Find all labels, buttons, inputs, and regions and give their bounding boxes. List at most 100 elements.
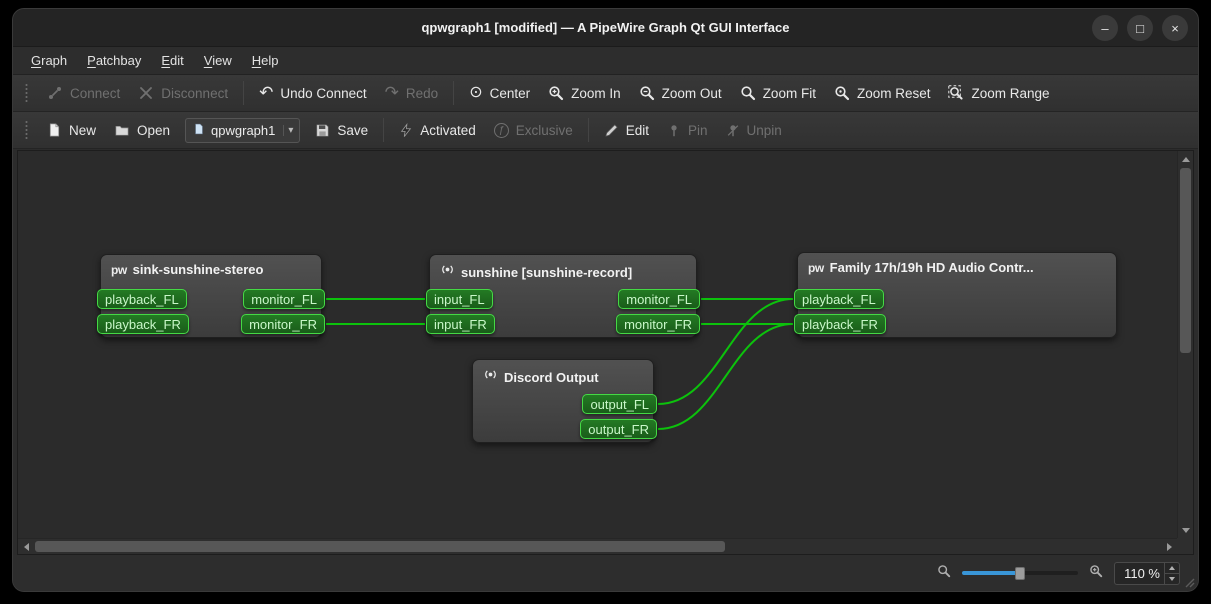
zoom-out-button[interactable]: Zoom Out <box>630 80 731 106</box>
zoom-in-icon <box>1089 564 1103 583</box>
port-sink-monitor-fl[interactable]: monitor_FL <box>243 289 325 309</box>
zoom-range-button[interactable]: Zoom Range <box>939 80 1058 106</box>
scroll-up-arrow[interactable] <box>1178 151 1194 167</box>
horizontal-scrollbar-thumb[interactable] <box>35 541 725 552</box>
toolbar-separator <box>588 118 589 142</box>
redo-button[interactable]: ↷ Redo <box>376 81 448 106</box>
edit-pencil-icon <box>604 123 619 138</box>
node-header: pw sink-sunshine-stereo <box>101 255 321 281</box>
exclusive-icon: ƒ <box>494 123 509 138</box>
port-discord-output-fr[interactable]: output_FR <box>580 419 657 439</box>
zoom-value[interactable]: 110 % <box>1115 563 1164 584</box>
node-family-hd-audio[interactable]: pw Family 17h/19h HD Audio Contr... play… <box>797 252 1117 338</box>
spin-down-button[interactable] <box>1165 573 1179 584</box>
patchbay-combo[interactable]: qpwgraph1 ▾ <box>185 118 300 143</box>
disconnect-button[interactable]: Disconnect <box>129 80 237 106</box>
connection-discord-output-fr-to-family-playback-fr[interactable] <box>658 324 793 429</box>
pin-button[interactable]: Pin <box>658 118 717 143</box>
zoom-in-button[interactable]: Zoom In <box>539 80 630 106</box>
center-button[interactable]: ⊙ Center <box>460 81 539 106</box>
node-title: sink-sunshine-stereo <box>133 262 264 277</box>
edit-button[interactable]: Edit <box>595 118 658 143</box>
node-sink-sunshine-stereo[interactable]: pw sink-sunshine-stereo playback_FL play… <box>100 254 322 338</box>
window-title: qpwgraph1 [modified] — A PipeWire Graph … <box>421 20 789 35</box>
toolbar-separator <box>453 81 454 105</box>
port-sunshine-monitor-fl[interactable]: monitor_FL <box>618 289 700 309</box>
connect-button[interactable]: Connect <box>38 80 129 106</box>
spin-up-button[interactable] <box>1165 563 1179 573</box>
scroll-right-arrow[interactable] <box>1161 539 1177 555</box>
new-button[interactable]: New <box>38 117 105 143</box>
menu-edit[interactable]: Edit <box>151 47 193 74</box>
undo-connect-button[interactable]: ↶ Undo Connect <box>250 81 376 106</box>
exclusive-button[interactable]: ƒ Exclusive <box>485 118 582 143</box>
minimize-icon: – <box>1101 22 1108 35</box>
zoom-slider-handle[interactable] <box>1015 567 1025 580</box>
node-header: sunshine [sunshine-record] <box>430 255 696 286</box>
menu-graph[interactable]: Graph <box>21 47 77 74</box>
close-button[interactable]: × <box>1162 15 1188 41</box>
toolbar-main: Connect Disconnect ↶ Undo Connect ↷ Redo… <box>13 75 1198 112</box>
vertical-scrollbar-thumb[interactable] <box>1180 168 1191 353</box>
record-icon <box>483 367 498 387</box>
toolbar-handle[interactable] <box>24 120 29 140</box>
window-controls: – □ × <box>1092 15 1188 41</box>
maximize-button[interactable]: □ <box>1127 15 1153 41</box>
port-discord-output-fl[interactable]: output_FL <box>582 394 657 414</box>
port-sink-monitor-fr[interactable]: monitor_FR <box>241 314 325 334</box>
statusbar: 110 % <box>13 555 1198 591</box>
center-icon: ⊙ <box>469 86 482 100</box>
scroll-down-arrow[interactable] <box>1178 522 1194 538</box>
port-sunshine-monitor-fr[interactable]: monitor_FR <box>616 314 700 334</box>
zoom-slider[interactable] <box>962 565 1078 581</box>
zoom-slider-fill <box>962 571 1018 575</box>
scrollbar-corner <box>1177 538 1193 554</box>
activated-button[interactable]: Activated <box>390 118 485 143</box>
pin-icon <box>667 123 681 138</box>
port-sink-playback-fl[interactable]: playback_FL <box>97 289 187 309</box>
port-family-playback-fl[interactable]: playback_FL <box>794 289 884 309</box>
zoom-fit-button[interactable]: Zoom Fit <box>731 80 825 106</box>
zoom-out-icon <box>937 564 951 583</box>
save-button[interactable]: Save <box>306 118 377 143</box>
unpin-button[interactable]: Unpin <box>717 118 791 143</box>
toolbar-separator <box>383 118 384 142</box>
node-title: Family 17h/19h HD Audio Contr... <box>830 260 1034 275</box>
open-button[interactable]: Open <box>105 118 179 143</box>
screen: qpwgraph1 [modified] — A PipeWire Graph … <box>0 0 1211 604</box>
menu-patchbay[interactable]: Patchbay <box>77 47 151 74</box>
port-family-playback-fr[interactable]: playback_FR <box>794 314 886 334</box>
zoom-in-icon <box>548 85 564 101</box>
graph-scrollarea: pw sink-sunshine-stereo playback_FL play… <box>17 150 1194 555</box>
node-sunshine[interactable]: sunshine [sunshine-record] input_FL inpu… <box>429 254 697 338</box>
menu-view[interactable]: View <box>194 47 242 74</box>
minimize-button[interactable]: – <box>1092 15 1118 41</box>
resize-grip[interactable] <box>1183 576 1195 588</box>
zoom-reset-button[interactable]: Zoom Reset <box>825 80 940 106</box>
vertical-scrollbar[interactable] <box>1177 151 1193 538</box>
node-header: Discord Output <box>473 360 653 391</box>
scroll-left-arrow[interactable] <box>18 539 34 555</box>
port-sunshine-input-fr[interactable]: input_FR <box>426 314 495 334</box>
port-sink-playback-fr[interactable]: playback_FR <box>97 314 189 334</box>
pipewire-icon: pw <box>808 261 824 275</box>
node-title: Discord Output <box>504 370 599 385</box>
record-icon <box>440 262 455 282</box>
save-icon <box>315 123 330 138</box>
node-discord-output[interactable]: Discord Output output_FL output_FR <box>472 359 654 443</box>
menu-help[interactable]: Help <box>242 47 289 74</box>
new-file-icon <box>47 122 62 138</box>
graph-canvas[interactable]: pw sink-sunshine-stereo playback_FL play… <box>18 151 1177 538</box>
disconnect-icon <box>138 85 154 101</box>
spinbox-arrows <box>1164 563 1179 584</box>
titlebar[interactable]: qpwgraph1 [modified] — A PipeWire Graph … <box>13 9 1198 47</box>
toolbar-handle[interactable] <box>24 83 29 103</box>
port-sunshine-input-fl[interactable]: input_FL <box>426 289 493 309</box>
close-icon: × <box>1171 22 1179 35</box>
connections-layer <box>18 151 1177 538</box>
toolbar-file: New Open qpwgraph1 ▾ Save <box>13 112 1198 149</box>
unpin-icon <box>726 123 740 138</box>
connect-icon <box>47 85 63 101</box>
horizontal-scrollbar[interactable] <box>18 538 1177 554</box>
zoom-spinbox[interactable]: 110 % <box>1114 562 1180 585</box>
